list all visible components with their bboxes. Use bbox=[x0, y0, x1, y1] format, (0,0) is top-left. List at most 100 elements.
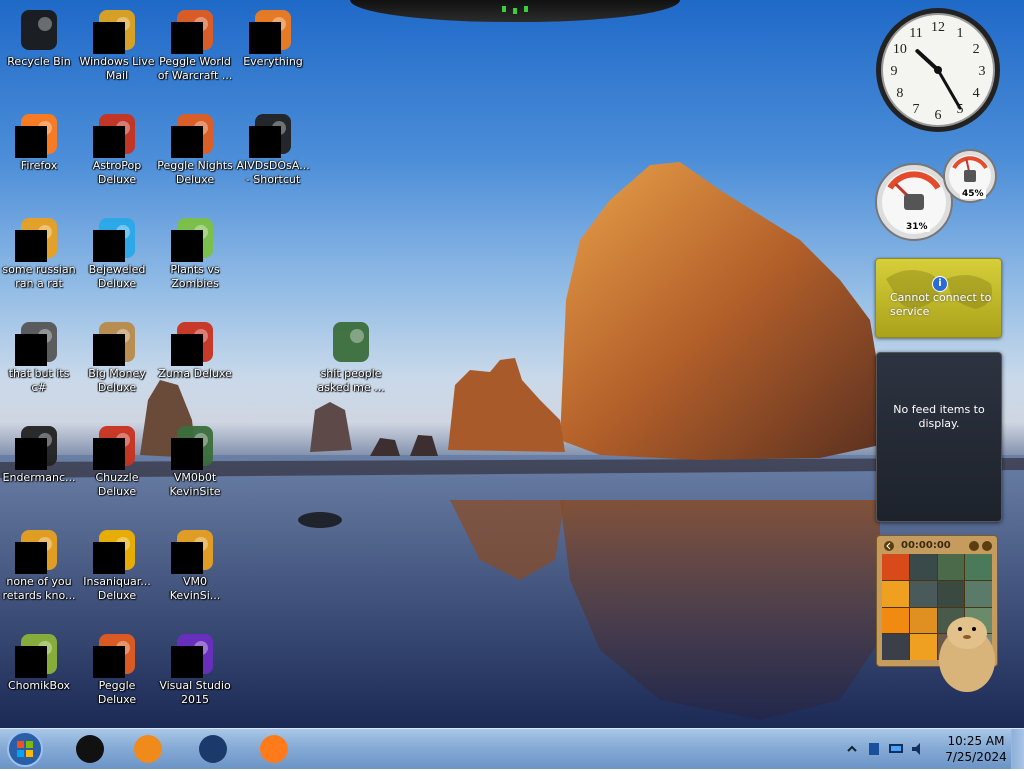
clock-numeral: 12 bbox=[931, 20, 945, 35]
mail-icon bbox=[93, 6, 141, 54]
clock-date: 7/25/2024 bbox=[945, 750, 1007, 764]
network-icon[interactable] bbox=[888, 741, 904, 757]
desktop-icon[interactable]: Chuzzle Deluxe bbox=[78, 422, 156, 499]
hamster-icon bbox=[939, 617, 995, 692]
desktop-icon[interactable]: Big Money Deluxe bbox=[78, 318, 156, 395]
desktop-icon-label: Visual Studio 2015 bbox=[159, 679, 231, 706]
redaction-box bbox=[171, 230, 203, 262]
desktop-icon[interactable]: Windows Live Mail bbox=[78, 6, 156, 83]
folder-icon bbox=[327, 318, 375, 366]
desktop-icon[interactable]: ChomikBox bbox=[0, 630, 78, 693]
clock-time: 10:25 AM bbox=[947, 734, 1005, 748]
game-icon bbox=[93, 110, 141, 158]
memory-icon bbox=[964, 170, 976, 182]
search-icon bbox=[249, 6, 297, 54]
desktop-icon[interactable]: AstroPop Deluxe bbox=[78, 110, 156, 187]
picture-puzzle-gadget[interactable]: 00:00:00 bbox=[876, 535, 1000, 705]
desktop-icon[interactable]: Endermanc... bbox=[0, 422, 78, 485]
desktop-icon[interactable]: shit people asked me ... bbox=[312, 318, 390, 395]
show-hidden-icons-icon[interactable] bbox=[844, 741, 860, 757]
puzzle-tile[interactable] bbox=[909, 554, 937, 580]
clock-numeral: 7 bbox=[913, 102, 920, 117]
redaction-box bbox=[171, 22, 203, 54]
feed-headlines-gadget[interactable]: No feed items to display. bbox=[876, 352, 1002, 522]
desktop-icon[interactable]: Bejeweled Deluxe bbox=[78, 214, 156, 291]
taskbar: 10:25 AM 7/25/2024 bbox=[0, 728, 1024, 769]
desktop-icon[interactable]: Everything bbox=[234, 6, 312, 69]
desktop-icon[interactable]: some russian ran a rat bbox=[0, 214, 78, 291]
taskbar-item[interactable] bbox=[185, 731, 241, 767]
clock-numeral: 8 bbox=[896, 86, 903, 101]
puzzle-tile[interactable] bbox=[882, 554, 909, 580]
show-desktop-button[interactable] bbox=[1011, 729, 1024, 769]
desktop-icon[interactable]: Visual Studio 2015 bbox=[156, 630, 234, 707]
puzzle-tile[interactable] bbox=[882, 634, 909, 660]
plant-icon bbox=[171, 214, 219, 262]
cpu-meter-gadget[interactable]: 31% 45% bbox=[872, 146, 1002, 242]
clock-numeral: 6 bbox=[935, 108, 942, 123]
picture-icon[interactable] bbox=[982, 541, 992, 551]
desktop-icon-label: Everything bbox=[243, 55, 303, 68]
puzzle-tile[interactable] bbox=[882, 580, 909, 607]
peggle-icon bbox=[171, 110, 219, 158]
taskbar-item[interactable] bbox=[246, 731, 302, 767]
redaction-box bbox=[171, 542, 203, 574]
puzzle-tile[interactable] bbox=[965, 554, 992, 580]
redaction-box bbox=[15, 646, 47, 678]
desktop-icon-label: AstroPop Deluxe bbox=[92, 159, 142, 186]
desktop-icon[interactable]: VM0 KevinSi... bbox=[156, 526, 234, 603]
taskbar-item[interactable] bbox=[120, 731, 176, 767]
puzzle-timer: 00:00:00 bbox=[901, 540, 951, 551]
peggle-icon bbox=[93, 630, 141, 678]
desktop-icon[interactable]: that but its c# bbox=[0, 318, 78, 395]
desktop-icon-label: Plants vs Zombies bbox=[170, 263, 220, 290]
redaction-box bbox=[15, 230, 47, 262]
visual-studio-icon bbox=[171, 630, 219, 678]
taskbar-item[interactable] bbox=[62, 731, 118, 767]
puzzle-tile[interactable] bbox=[965, 580, 992, 607]
desktop-icon[interactable]: Recycle Bin bbox=[0, 6, 78, 69]
system-tray: 10:25 AM 7/25/2024 bbox=[844, 729, 1024, 769]
puzzle-tile[interactable] bbox=[909, 580, 937, 607]
desktop-icon[interactable]: Plants vs Zombies bbox=[156, 214, 234, 291]
app-icon bbox=[15, 526, 63, 574]
weather-gadget[interactable]: i Cannot connect to service bbox=[875, 258, 1002, 338]
desktop-icon[interactable]: Peggle Nights Deluxe bbox=[156, 110, 234, 187]
redaction-box bbox=[93, 646, 125, 678]
desktop-icon[interactable]: Firefox bbox=[0, 110, 78, 173]
volume-icon[interactable] bbox=[910, 741, 926, 757]
desktop-icon[interactable]: VM0b0t KevinSite bbox=[156, 422, 234, 499]
desktop-icon-label: VM0b0t KevinSite bbox=[169, 471, 221, 498]
desktop-icon-label: Zuma Deluxe bbox=[158, 367, 232, 380]
clock-numeral: 3 bbox=[979, 64, 986, 79]
desktop-icon-label: Recycle Bin bbox=[7, 55, 71, 68]
desktop-icon[interactable]: Peggle Deluxe bbox=[78, 630, 156, 707]
desktop-icon[interactable]: Peggle World of Warcraft ... bbox=[156, 6, 234, 83]
folder-icon bbox=[171, 422, 219, 470]
desktop-icon[interactable]: AIVDsDOsA... - Shortcut bbox=[234, 110, 312, 187]
help-icon[interactable] bbox=[969, 541, 979, 551]
redaction-box bbox=[249, 126, 281, 158]
clock-numeral: 10 bbox=[893, 42, 907, 57]
action-center-icon[interactable] bbox=[866, 741, 882, 757]
clock-numeral: 11 bbox=[909, 26, 922, 41]
clock-numeral: 2 bbox=[973, 42, 980, 57]
back-arrow-icon[interactable] bbox=[884, 541, 894, 551]
taskbar-clock[interactable]: 10:25 AM 7/25/2024 bbox=[944, 733, 1008, 765]
desktop-icon[interactable]: none of you retards kno... bbox=[0, 526, 78, 603]
puzzle-tile[interactable] bbox=[937, 554, 965, 580]
redaction-box bbox=[15, 542, 47, 574]
redaction-box bbox=[171, 438, 203, 470]
desktop-icon[interactable]: Zuma Deluxe bbox=[156, 318, 234, 381]
app-icon bbox=[15, 214, 63, 262]
clock-gadget[interactable]: 1 2 3 4 5 6 7 8 9 10 11 12 bbox=[874, 6, 1002, 134]
file-icon bbox=[15, 318, 63, 366]
start-button[interactable] bbox=[5, 730, 45, 768]
gem-icon bbox=[93, 214, 141, 262]
puzzle-tile[interactable] bbox=[882, 607, 909, 634]
feed-empty-message: No feed items to display. bbox=[893, 403, 985, 430]
puzzle-tile[interactable] bbox=[937, 580, 965, 607]
desktop-icon[interactable]: Insaniquar... Deluxe bbox=[78, 526, 156, 603]
firefox-icon bbox=[15, 110, 63, 158]
cpu-percent: 31% bbox=[904, 222, 930, 232]
